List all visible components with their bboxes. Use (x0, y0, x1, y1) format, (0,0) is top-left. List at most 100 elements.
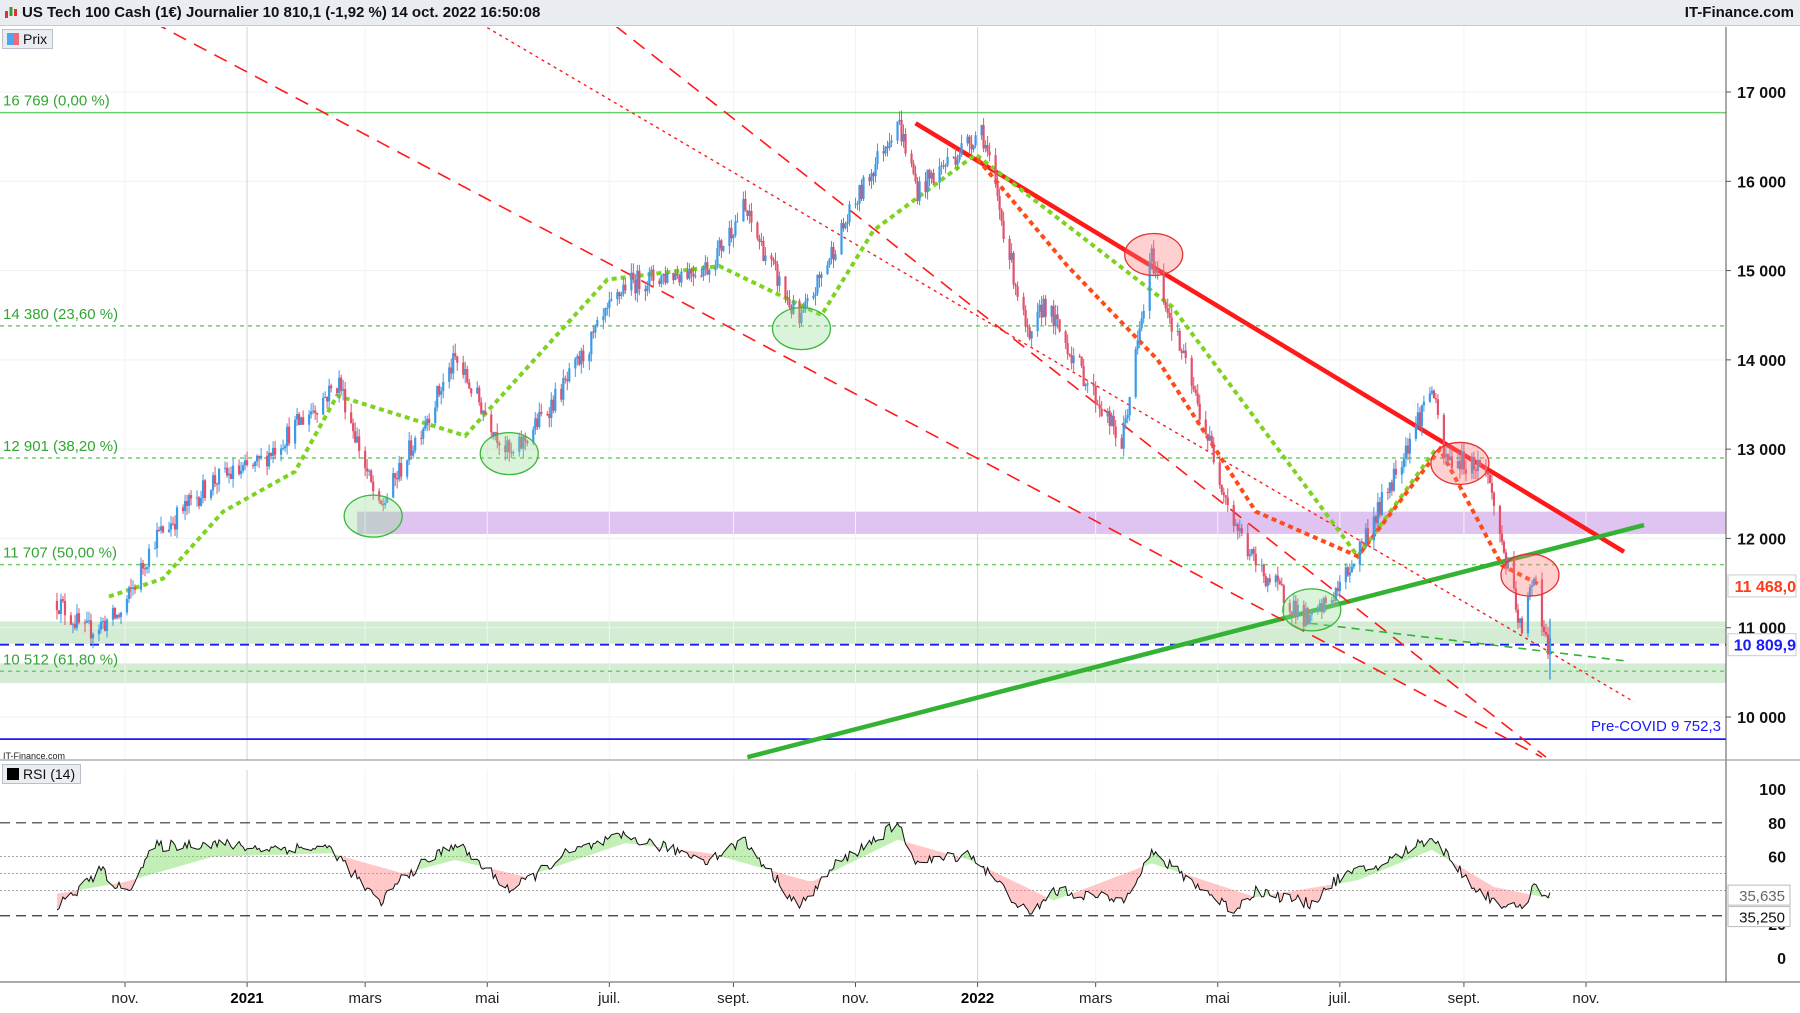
price-candle (1432, 390, 1435, 399)
x-tick-label: sept. (717, 990, 750, 1007)
rsi-fill (887, 824, 890, 845)
price-candle (874, 164, 877, 177)
price-candle (1122, 423, 1125, 449)
x-tick-label: 2021 (230, 990, 263, 1007)
rsi-legend[interactable]: RSI (14) (2, 764, 82, 784)
price-candle (119, 612, 123, 617)
price-candle (718, 240, 721, 249)
rsi-fill (1111, 877, 1114, 902)
price-candle (213, 475, 217, 484)
price-candle (956, 159, 959, 165)
price-candle (1344, 567, 1347, 582)
price-candle (1082, 366, 1085, 387)
rsi-fill (1311, 886, 1318, 903)
brand-name: IT-Finance.com (1684, 4, 1794, 21)
x-tick-label: mai (475, 990, 499, 1007)
rsi-fill (541, 865, 548, 872)
rsi-fill (191, 847, 198, 863)
price-candle (1526, 596, 1530, 634)
rsi-fill (1471, 873, 1474, 889)
price-candle (141, 562, 145, 569)
fib-label-1: 14 380 (23,60 %) (3, 306, 118, 323)
price-candle (888, 142, 891, 149)
rsi-fill (177, 848, 184, 867)
price-candle (55, 600, 59, 611)
price-candle (1220, 484, 1223, 493)
price-candle (153, 548, 157, 550)
price-candle (832, 246, 835, 260)
rsi-fill (579, 846, 582, 859)
price-candle (940, 165, 943, 167)
price-candle (1348, 572, 1351, 576)
price-candle (229, 473, 233, 479)
rsi-fill (701, 852, 704, 860)
price-candle (568, 368, 571, 382)
price-candle (396, 477, 399, 480)
rsi-fill (1307, 888, 1310, 909)
price-candle (564, 378, 567, 380)
price-candle (436, 385, 439, 408)
price-candle (998, 196, 1001, 210)
price-candle (916, 181, 919, 201)
price-candle (734, 221, 737, 236)
price-candle (322, 397, 325, 415)
price-candle (83, 622, 87, 624)
price-candle (846, 221, 849, 225)
price-candle (75, 613, 79, 628)
price-candle (101, 620, 105, 622)
price-candle (1488, 474, 1492, 484)
price-candle (616, 292, 619, 300)
price-candle (872, 173, 875, 177)
price-candle (1142, 310, 1145, 319)
price-candle (330, 385, 333, 389)
price-candle (1210, 435, 1213, 447)
zone-2 (0, 621, 1726, 644)
price-candle (368, 470, 371, 472)
price-candle (288, 426, 291, 444)
price-candle (412, 450, 415, 456)
price-candle (1414, 425, 1417, 439)
price-candle (690, 268, 693, 274)
rsi-fill (163, 850, 170, 872)
price-candle (566, 379, 569, 382)
price-candle (620, 294, 623, 297)
price-candle (259, 455, 263, 459)
price-candle (1218, 462, 1221, 485)
price-candle (988, 151, 991, 156)
price-candle (1226, 497, 1229, 506)
price-candle (546, 413, 549, 415)
price-candle (898, 119, 901, 122)
price-candle (145, 566, 149, 570)
price-candle (1094, 386, 1097, 405)
price-candle (1058, 319, 1061, 332)
x-tick-label: mars (348, 990, 381, 1007)
rsi-fill (213, 840, 216, 857)
price-candle (902, 133, 905, 142)
price-swatch-icon (7, 33, 19, 45)
rsi-fill (1127, 871, 1130, 894)
rsi-fill (317, 846, 324, 854)
price-candle (59, 599, 63, 614)
rsi-fill (171, 840, 174, 869)
price-candle (1434, 398, 1437, 400)
x-tick-label: nov. (842, 990, 869, 1007)
price-candle (1038, 304, 1041, 312)
price-candle (594, 326, 597, 333)
price-candle (680, 271, 683, 283)
price-candle (61, 599, 65, 602)
zones-layer (0, 511, 1726, 684)
fib-label-4: 10 512 (61,80 %) (3, 651, 118, 668)
price-candle (576, 356, 579, 359)
price-candle (662, 273, 665, 276)
price-candle (716, 248, 719, 268)
label-layer: 16 769 (0,00 %) 14 380 (23,60 %) 12 901 (3… (3, 85, 1797, 1007)
rsi-fill (1171, 866, 1178, 872)
price-candle (336, 388, 339, 394)
y-tick-label: 14 000 (1737, 353, 1786, 370)
rsi-fill (359, 861, 366, 891)
price-legend[interactable]: Prix (2, 29, 54, 49)
price-candle (938, 166, 941, 183)
price-candle (448, 367, 451, 382)
price-candle (195, 497, 199, 499)
price-candle (1264, 576, 1267, 586)
